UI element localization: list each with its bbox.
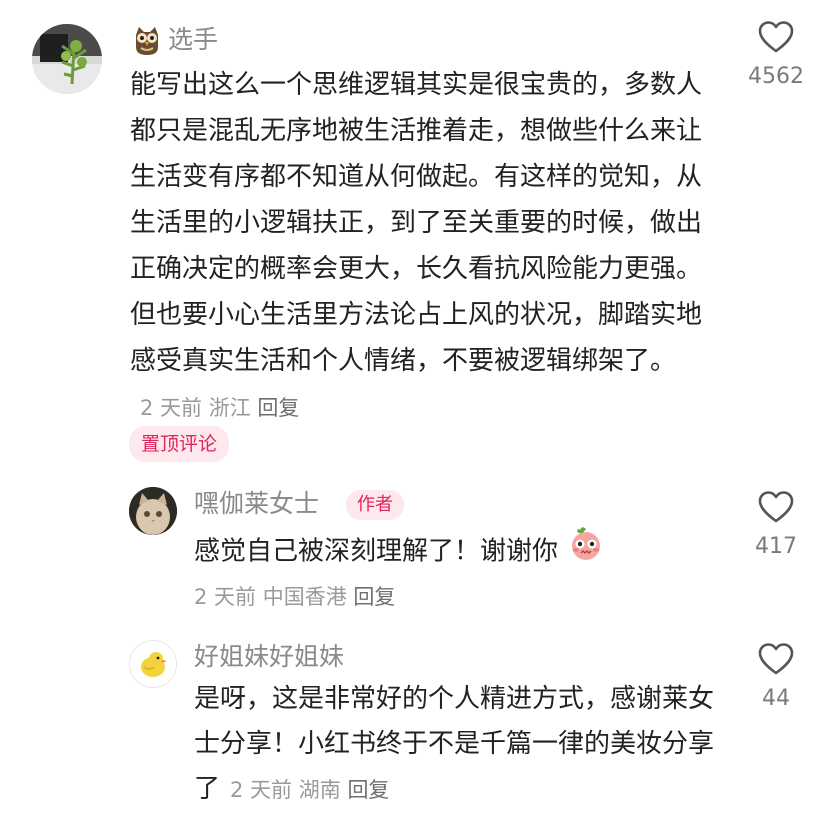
reply-body: 感觉自己被深刻理解了！谢谢你: [194, 526, 734, 578]
reply-body: 是呀，这是非常好的个人精进方式，感谢莱女士分享！小红书终于不是千篇一律的美妆分享…: [194, 677, 718, 813]
reply-button[interactable]: 回复: [353, 585, 395, 609]
reply-author-name[interactable]: 嘿伽莱女士: [194, 488, 319, 520]
avatar-image: [32, 24, 102, 94]
reply-avatar[interactable]: [129, 640, 177, 688]
comment-meta: 2 天前 浙江 回复: [140, 396, 299, 420]
like-count: 417: [755, 534, 797, 559]
heart-icon: [758, 643, 794, 675]
like-count: 44: [762, 686, 790, 711]
commenter-badge: [131, 23, 163, 57]
reply-button[interactable]: 回复: [347, 778, 389, 802]
owl-icon: [136, 27, 158, 55]
like-button[interactable]: 417: [726, 490, 826, 559]
reply-button[interactable]: 回复: [257, 396, 299, 420]
like-count: 4562: [748, 64, 804, 89]
avatar-image: [130, 641, 176, 687]
blushing-face-emoji: [568, 526, 604, 578]
reply-meta: 2 天前 湖南 回复: [230, 778, 389, 802]
reply-meta: 2 天前 中国香港 回复: [184, 581, 395, 611]
comment-time: 2 天前: [140, 396, 203, 420]
reply-author-name[interactable]: 好姐妹好姐妹: [194, 641, 344, 673]
reply-time: 2 天前: [194, 585, 257, 609]
comment-body: 能写出这么一个思维逻辑其实是很宝贵的，多数人都只是混乱无序地被生活推着走，想做些…: [130, 62, 715, 431]
reply-time: 2 天前: [230, 778, 293, 802]
commenter-name[interactable]: 选手: [168, 24, 218, 56]
like-button[interactable]: 4562: [726, 20, 826, 89]
comment-text: 能写出这么一个思维逻辑其实是很宝贵的，多数人都只是混乱无序地被生活推着走，想做些…: [130, 70, 703, 376]
like-button[interactable]: 44: [726, 642, 826, 711]
comment-location: 浙江: [208, 396, 251, 420]
reply-location: 湖南: [298, 778, 341, 802]
author-badge: 作者: [346, 490, 404, 520]
pinned-comment-badge: 置顶评论: [129, 426, 230, 462]
commenter-avatar[interactable]: [32, 24, 102, 94]
avatar-image: [129, 487, 177, 535]
emoji-icon: [572, 527, 601, 560]
reply-location: 中国香港: [262, 585, 347, 609]
heart-icon: [758, 491, 794, 523]
heart-icon: [758, 21, 794, 53]
reply-avatar[interactable]: [129, 487, 177, 535]
reply-text: 感觉自己被深刻理解了！谢谢你: [194, 536, 559, 567]
